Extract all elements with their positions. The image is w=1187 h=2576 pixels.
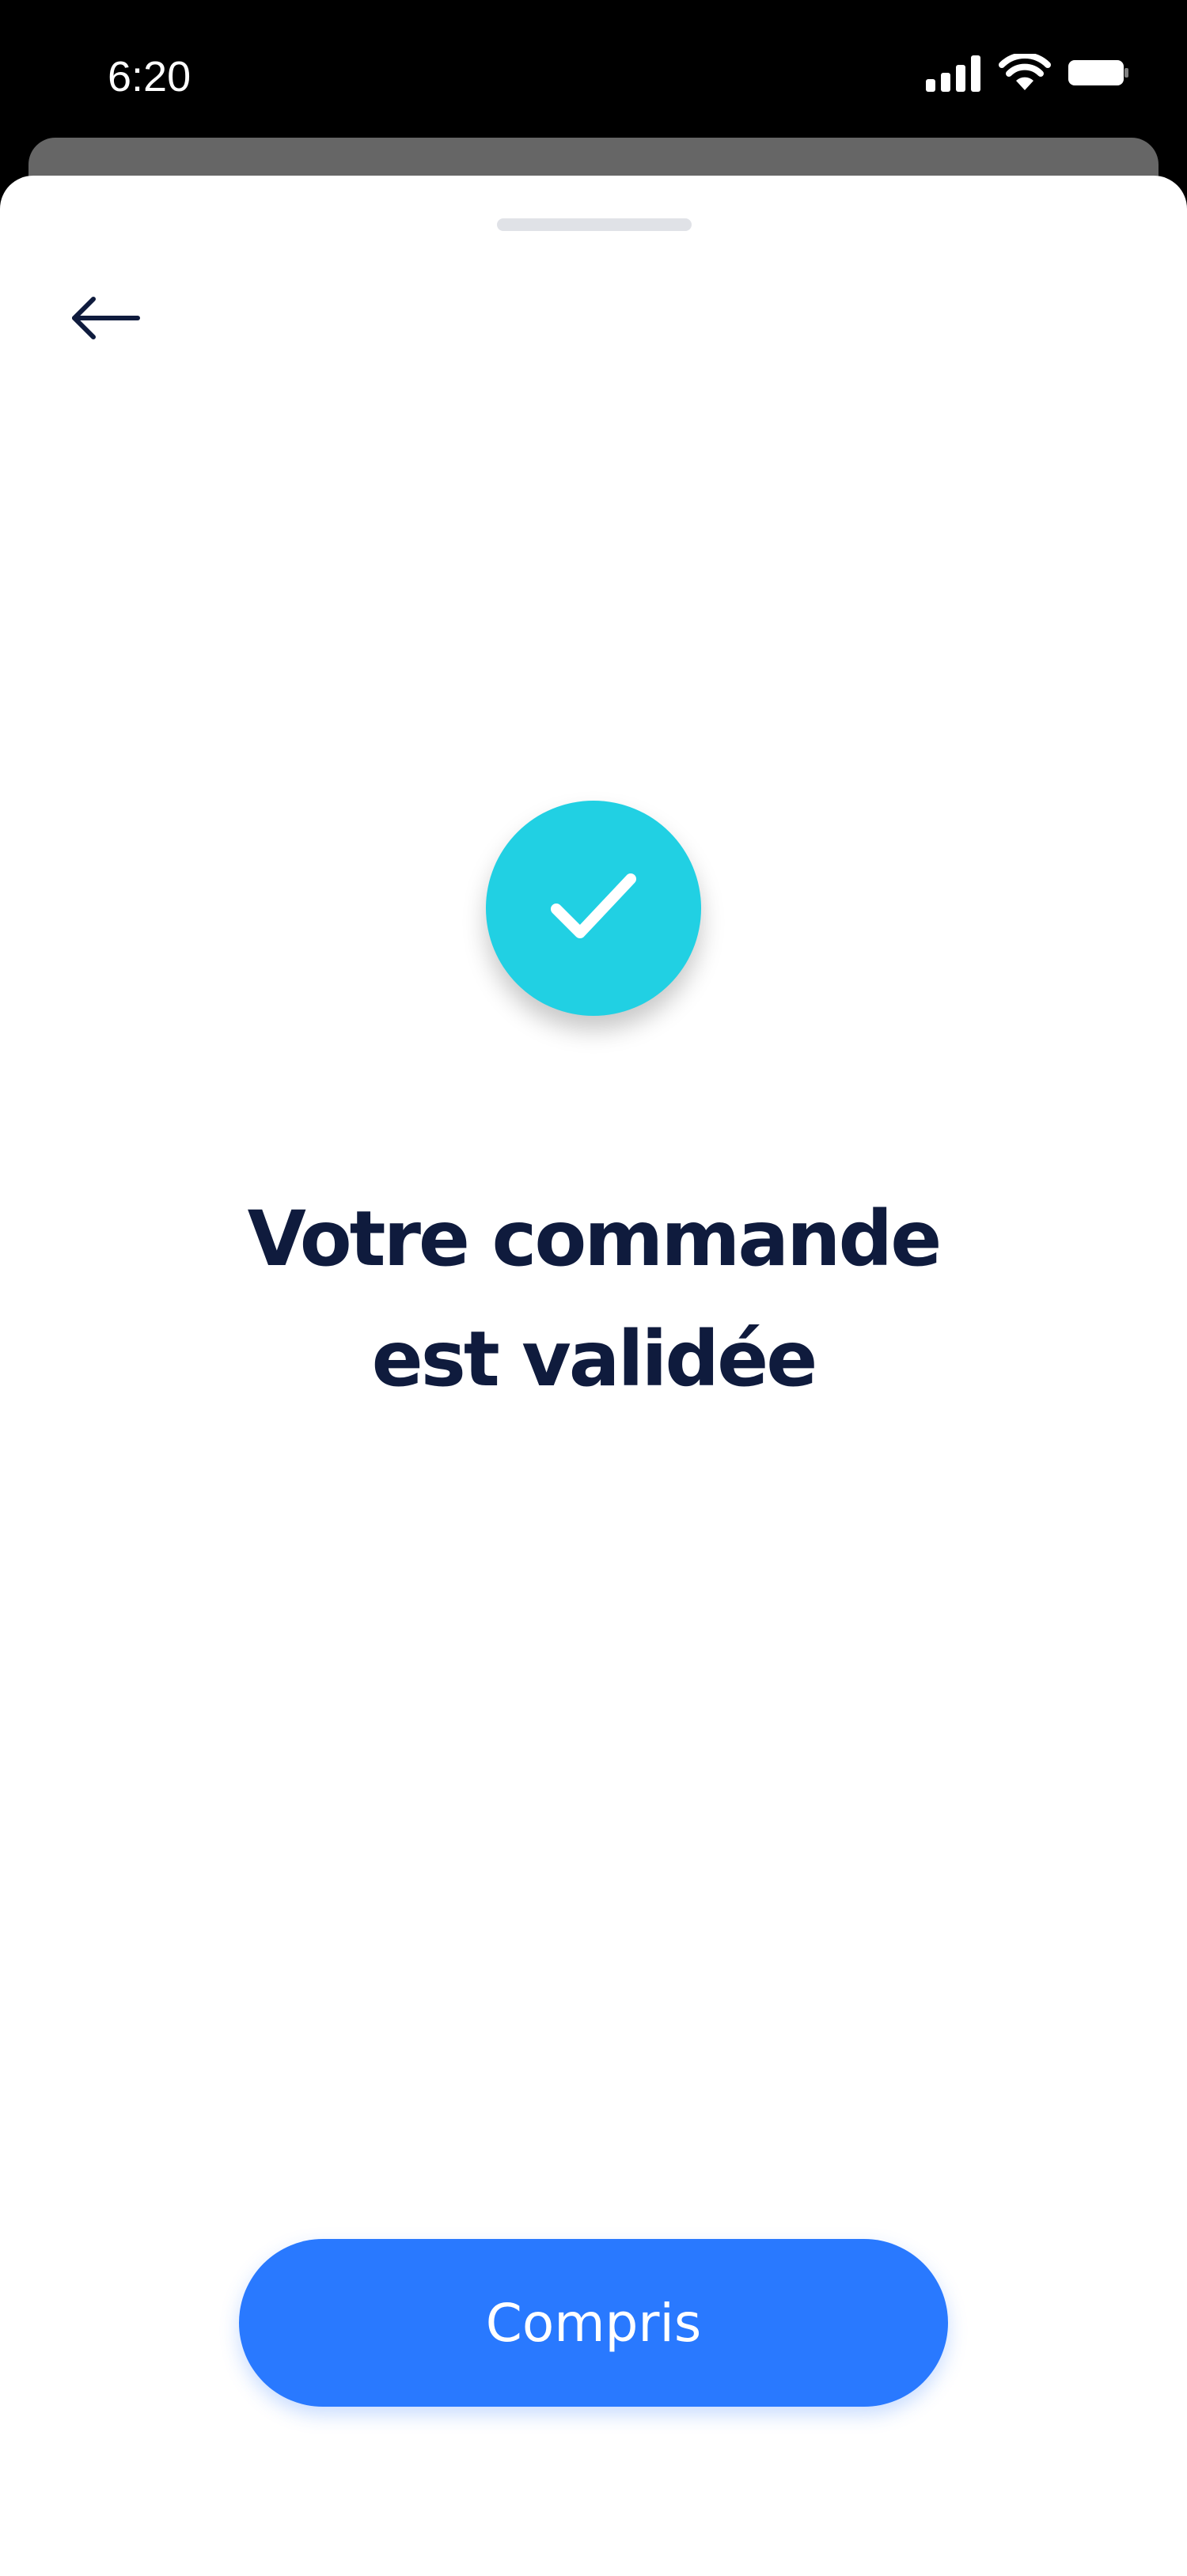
- arrow-left-icon: [70, 294, 141, 345]
- checkmark-icon: [550, 871, 637, 945]
- wifi-icon: [999, 52, 1051, 95]
- status-time: 6:20: [108, 53, 192, 100]
- confirm-button[interactable]: Compris: [239, 2239, 948, 2407]
- title-line-1: Votre commande: [247, 1195, 942, 1283]
- back-button[interactable]: [70, 280, 165, 359]
- app-screen: 6:20 Votre commande est validée Compris: [0, 0, 1187, 2576]
- battery-icon: [1068, 59, 1128, 90]
- status-icons: [926, 52, 1128, 97]
- success-badge: [486, 801, 701, 1016]
- status-bar: 6:20: [0, 0, 1187, 139]
- title-line-2: est validée: [371, 1315, 818, 1404]
- sheet-grabber[interactable]: [497, 218, 692, 231]
- cellular-signal-icon: [926, 54, 981, 95]
- bottom-sheet: Votre commande est validée Compris: [0, 176, 1187, 2576]
- confirmation-title: Votre commande est validée: [119, 1179, 1068, 1419]
